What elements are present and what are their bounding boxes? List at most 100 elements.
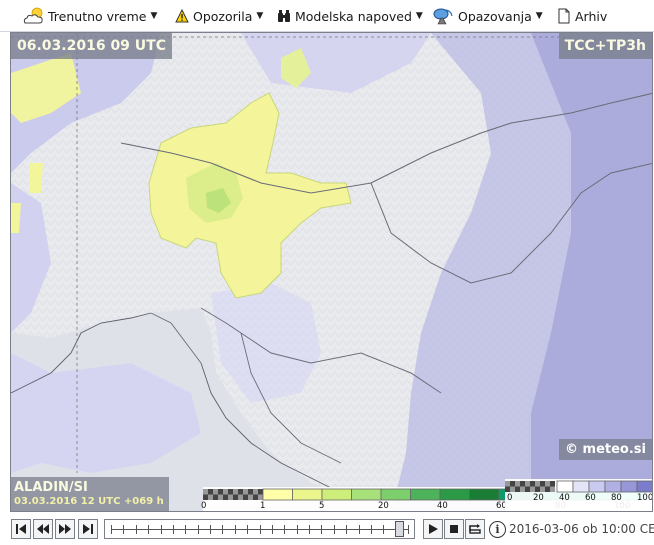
timeline-tick	[185, 525, 187, 534]
current-frame-time: 2016-03-06 ob 10:00 CET	[509, 522, 654, 536]
timeline-tick	[271, 525, 273, 534]
legend-tick-label: 1	[260, 501, 266, 511]
timeline-tick	[358, 525, 360, 534]
menu-archive-label: Arhiv	[575, 8, 608, 24]
legend-swatch	[321, 488, 352, 501]
legend-swatch	[469, 488, 500, 501]
timeline-tick	[222, 525, 224, 534]
legend-swatch	[620, 480, 638, 493]
model-name: ALADIN/SI	[14, 480, 88, 495]
timeline-tick	[111, 525, 112, 534]
timeline-tick	[123, 525, 125, 534]
menu-current-weather[interactable]: Trenutno vreme ▼	[22, 0, 157, 32]
menu-model-forecast-label: Modelska napoved	[295, 8, 412, 24]
chevron-down-icon: ▼	[150, 11, 158, 21]
timeline-tick	[370, 525, 372, 534]
main-menu-bar: Trenutno vreme ▼ Opozorila ▼ Modelska na…	[0, 0, 654, 32]
cloud-cover-legend: 0 20 40 60 80 100	[505, 479, 652, 511]
first-frame-button[interactable]	[11, 519, 31, 539]
fast-forward-icon	[59, 524, 71, 534]
legend-swatch	[262, 488, 293, 501]
skip-last-icon	[83, 524, 93, 534]
loop-button[interactable]	[465, 519, 485, 539]
legend-tick-label: 100	[637, 493, 653, 503]
forecast-map-image	[11, 33, 652, 511]
legend-swatch	[588, 480, 606, 493]
legend-swatch	[556, 480, 574, 493]
loop-icon	[469, 524, 481, 534]
next-frame-button[interactable]	[55, 519, 75, 539]
stop-icon	[450, 525, 458, 533]
legend-swatch	[351, 488, 382, 501]
legend-swatch	[572, 480, 590, 493]
timeline-tick	[234, 525, 236, 534]
legend-swatch	[410, 488, 441, 501]
timeline-tick	[333, 525, 335, 534]
menu-observations-label: Opazovanja	[458, 8, 532, 24]
info-icon[interactable]: i	[489, 521, 506, 538]
play-button[interactable]	[423, 519, 443, 539]
timeline-tick	[135, 525, 137, 534]
timeline-tick	[284, 525, 286, 534]
valid-time-badge: 06.03.2016 09 UTC	[11, 33, 172, 59]
timeline-tick	[296, 525, 298, 534]
timeline-tick	[197, 525, 199, 534]
timeline-tick	[210, 525, 211, 534]
legend-tick-label: 20	[533, 493, 544, 503]
legend-swatch	[604, 480, 622, 493]
legend-tick-label: 40	[559, 493, 570, 503]
timeline-thumb[interactable]	[395, 521, 405, 537]
satellite-dish-icon	[432, 7, 454, 25]
model-info-badge: ALADIN/SI 03.03.2016 12 UTC +069 h	[11, 477, 169, 511]
timeline-tick	[259, 525, 261, 534]
legend-missing-swatch	[203, 489, 263, 500]
menu-warnings[interactable]: Opozorila ▼	[175, 0, 263, 32]
timeline-tick	[309, 525, 310, 534]
timeline-tick	[346, 525, 348, 534]
legend-tick-label: 40	[437, 501, 448, 511]
previous-frame-button[interactable]	[33, 519, 53, 539]
timeline-tick	[321, 525, 323, 534]
play-icon	[429, 524, 438, 534]
credit-badge[interactable]: © meteo.si	[559, 439, 652, 460]
menu-archive[interactable]: Arhiv	[557, 0, 607, 32]
menu-current-weather-label: Trenutno vreme	[48, 8, 147, 24]
menu-warnings-label: Opozorila	[193, 8, 253, 24]
timeline-tick	[383, 525, 385, 534]
timeline-tick	[172, 525, 174, 534]
product-badge: TCC+TP3h	[558, 33, 652, 59]
document-icon	[557, 7, 571, 25]
legend-swatch	[380, 488, 411, 501]
chevron-down-icon: ▼	[256, 11, 264, 21]
model-run: 03.03.2016 12 UTC +069 h	[14, 496, 164, 507]
weather-cloud-icon	[22, 7, 44, 25]
chevron-down-icon: ▼	[415, 11, 423, 21]
timeline-tick	[408, 525, 409, 534]
timeline-tick	[247, 525, 249, 534]
legend-tick-label: 0	[507, 493, 513, 503]
legend-swatch	[292, 488, 323, 501]
timeline-tick	[148, 525, 150, 534]
menu-model-forecast[interactable]: Modelska napoved ▼	[277, 0, 423, 32]
binoculars-icon	[277, 7, 291, 25]
chevron-down-icon: ▼	[535, 11, 543, 21]
forecast-map[interactable]: 06.03.2016 09 UTC TCC+TP3h © meteo.si AL…	[10, 32, 653, 512]
stop-button[interactable]	[444, 519, 464, 539]
rewind-icon	[37, 524, 49, 534]
legend-tick-label: 5	[319, 501, 325, 511]
legend-tick-label: 80	[611, 493, 622, 503]
warning-icon	[175, 7, 189, 25]
skip-first-icon	[16, 524, 26, 534]
timeline-slider[interactable]	[104, 519, 415, 539]
cloud-cover-legend-swatches	[505, 480, 652, 493]
last-frame-button[interactable]	[78, 519, 98, 539]
timeline-tick	[160, 525, 162, 534]
legend-tick-label: 0	[201, 501, 207, 511]
menu-observations[interactable]: Opazovanja ▼	[432, 0, 543, 32]
legend-tick-label: 60	[585, 493, 596, 503]
legend-missing-swatch	[505, 481, 555, 492]
legend-swatch	[439, 488, 470, 501]
legend-swatch	[636, 480, 652, 493]
legend-tick-label: 20	[378, 501, 389, 511]
animation-player: i 2016-03-06 ob 10:00 CET	[0, 513, 654, 545]
